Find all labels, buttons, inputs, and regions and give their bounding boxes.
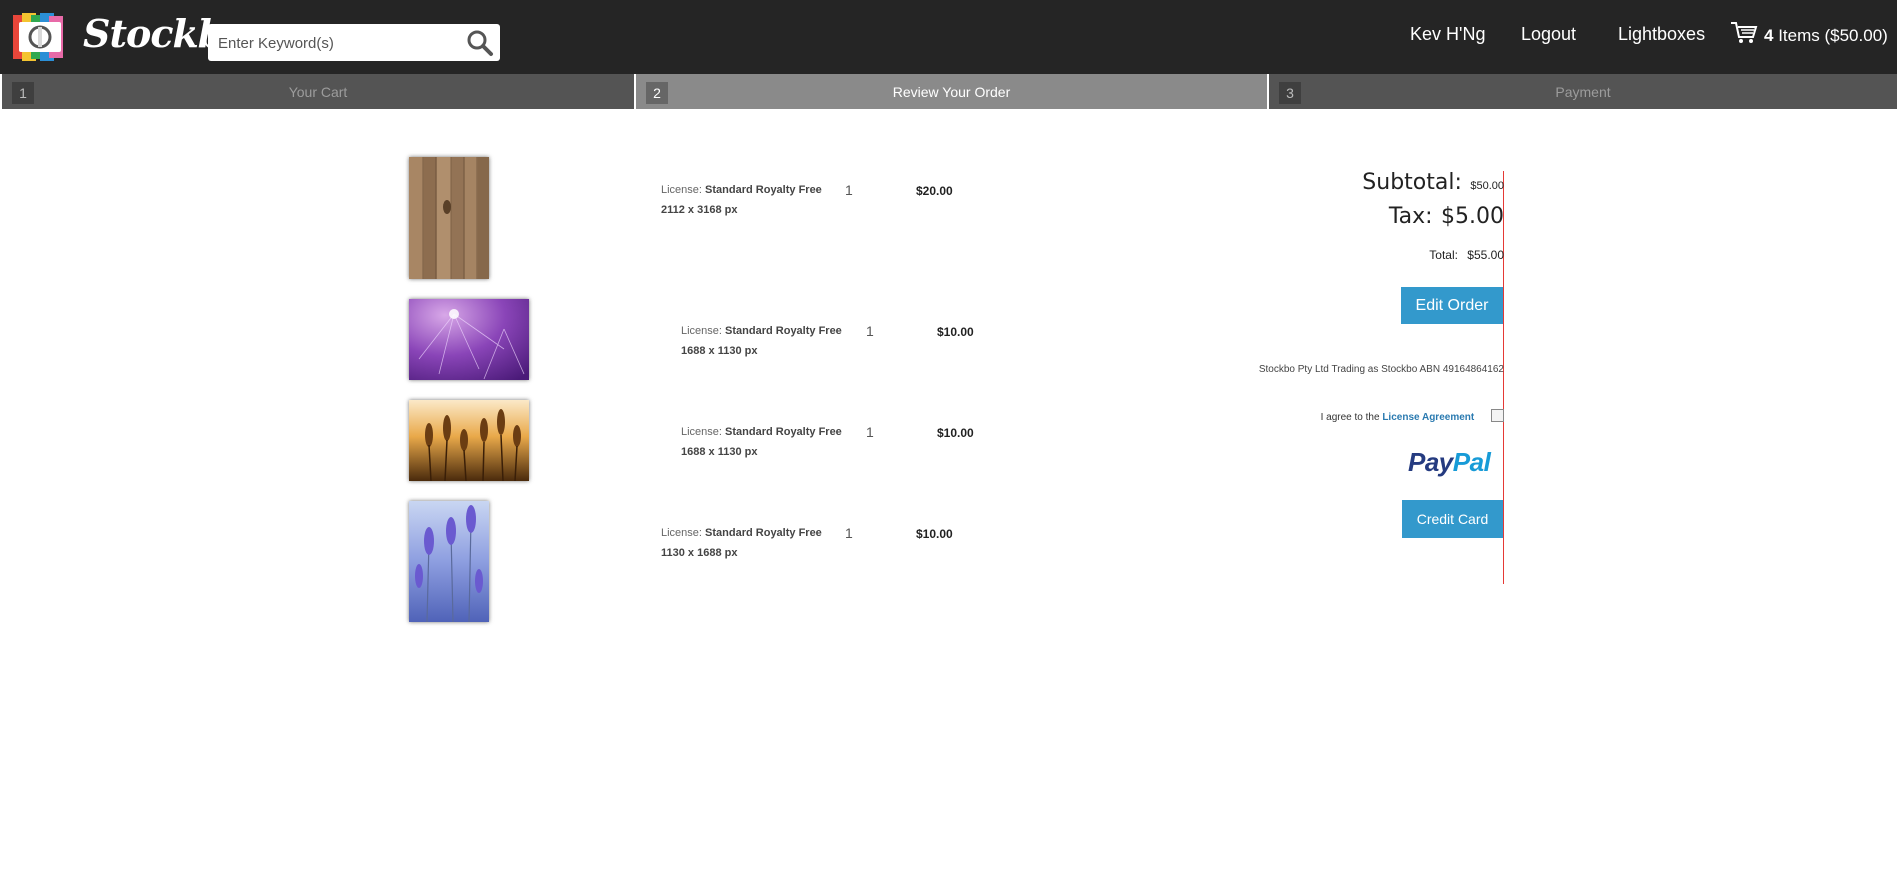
step-label: Your Cart	[288, 84, 348, 100]
tax-row: Tax: $5.00	[1389, 204, 1504, 229]
image-size: 2112 x 3168 px	[661, 204, 738, 216]
item-thumbnail-wheat[interactable]	[409, 400, 529, 481]
item-details: License: Standard Royalty Free 2112 x 31…	[661, 180, 822, 220]
item-details: License: Standard Royalty Free 1688 x 11…	[681, 321, 842, 361]
image-size: 1688 x 1130 px	[681, 345, 758, 357]
search-icon[interactable]	[466, 29, 494, 57]
search-box	[208, 24, 500, 61]
cart-icon	[1731, 22, 1758, 43]
total-label: Total:	[1429, 248, 1458, 262]
item-thumbnail-dandelion[interactable]	[409, 299, 529, 380]
license-label: License:	[661, 184, 702, 196]
license-type: Standard Royalty Free	[725, 325, 842, 337]
search-input[interactable]	[218, 30, 458, 56]
license-type: Standard Royalty Free	[705, 527, 822, 539]
cart-count: 4	[1764, 26, 1774, 45]
item-details: License: Standard Royalty Free 1688 x 11…	[681, 422, 842, 462]
company-legal-text: Stockbo Pty Ltd Trading as Stockbo ABN 4…	[1258, 364, 1504, 375]
item-thumbnail-lavender[interactable]	[409, 501, 489, 622]
step-your-cart[interactable]: 1 Your Cart	[2, 74, 634, 109]
subtotal-row: Subtotal: $50.00	[1362, 170, 1504, 195]
item-quantity: 1	[845, 525, 853, 541]
item-quantity: 1	[845, 182, 853, 198]
item-details: License: Standard Royalty Free 1130 x 16…	[661, 523, 822, 563]
license-agreement-checkbox[interactable]	[1491, 409, 1504, 422]
step-label: Payment	[1555, 84, 1611, 100]
step-review-order[interactable]: 2 Review Your Order	[636, 74, 1267, 109]
edit-order-button[interactable]: Edit Order	[1401, 287, 1503, 324]
total-value: $55.00	[1467, 248, 1504, 262]
checkout-steps: 1 Your Cart 2 Review Your Order 3 Paymen…	[0, 74, 1897, 109]
paypal-logo-part-2: Pal	[1452, 447, 1491, 477]
item-price: $20.00	[916, 184, 953, 198]
item-price: $10.00	[916, 527, 953, 541]
license-type: Standard Royalty Free	[725, 426, 842, 438]
item-quantity: 1	[866, 323, 874, 339]
step-label: Review Your Order	[892, 84, 1011, 100]
summary-divider	[1503, 171, 1504, 584]
image-size: 1130 x 1688 px	[661, 547, 738, 559]
cart-summary: 4 Items ($50.00)	[1764, 26, 1888, 46]
agree-text: I agree to the	[1320, 412, 1380, 423]
license-type: Standard Royalty Free	[705, 184, 822, 196]
item-thumbnail-wood[interactable]	[409, 157, 489, 279]
subtotal-label: Subtotal:	[1362, 170, 1462, 195]
license-agreement-link[interactable]: License Agreement	[1382, 412, 1474, 423]
license-label: License:	[681, 426, 722, 438]
top-header: Stockbo Kev H'Ng Logout Lightboxes 4 Ite…	[0, 0, 1897, 74]
logout-link[interactable]: Logout	[1521, 24, 1576, 45]
item-price: $10.00	[937, 325, 974, 339]
user-name-link[interactable]: Kev H'Ng	[1410, 24, 1485, 45]
license-label: License:	[661, 527, 702, 539]
image-size: 1688 x 1130 px	[681, 446, 758, 458]
paypal-button[interactable]: PayPal	[1408, 447, 1491, 478]
lightboxes-link[interactable]: Lightboxes	[1618, 24, 1705, 45]
tax-label: Tax:	[1388, 204, 1433, 229]
item-quantity: 1	[866, 424, 874, 440]
logo-icon[interactable]	[13, 13, 68, 61]
paypal-logo-part-1: Pay	[1408, 447, 1453, 477]
credit-card-button[interactable]: Credit Card	[1402, 500, 1503, 538]
step-payment[interactable]: 3 Payment	[1269, 74, 1897, 109]
license-agreement-row: I agree to the License Agreement	[1321, 409, 1504, 423]
total-row: Total: $55.00	[1429, 248, 1504, 262]
tax-value: $5.00	[1441, 204, 1504, 229]
item-price: $10.00	[937, 426, 974, 440]
license-label: License:	[681, 325, 722, 337]
subtotal-value: $50.00	[1470, 180, 1504, 192]
cart-label: Items ($50.00)	[1778, 26, 1888, 45]
